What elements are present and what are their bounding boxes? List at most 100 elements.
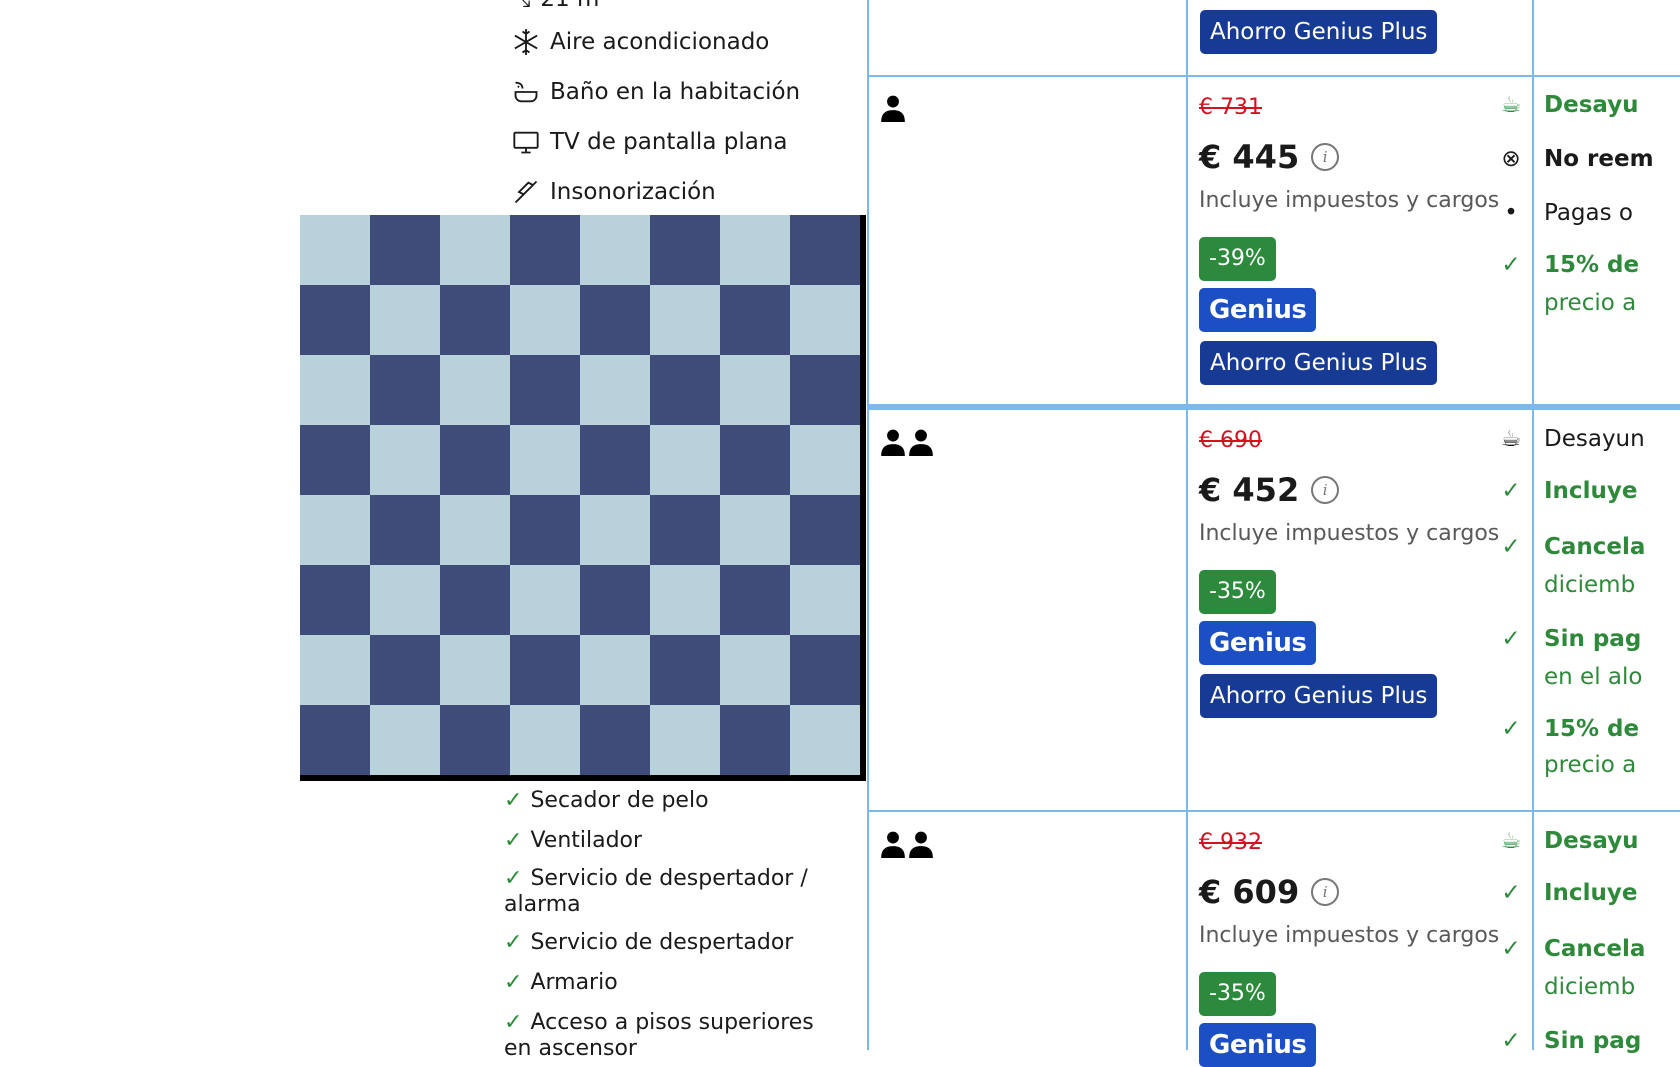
- condition-payment: • Pagas o: [1504, 200, 1633, 226]
- checker-square: [720, 495, 790, 565]
- condition-no-prepayment: ✓ Sin pag: [1501, 626, 1641, 652]
- checker-square: [510, 565, 580, 635]
- feature-item: ✓ Servicio de despertador: [504, 930, 794, 955]
- occupancy-2: [880, 428, 934, 456]
- checker-square: [790, 425, 860, 495]
- checker-square: [370, 215, 440, 285]
- checker-square: [790, 565, 860, 635]
- soundproof-icon: [514, 180, 538, 204]
- no-refund-icon: ⊗: [1501, 146, 1521, 172]
- checker-square: [510, 425, 580, 495]
- info-icon[interactable]: i: [1311, 878, 1340, 906]
- check-icon: ✓: [1501, 478, 1521, 504]
- column-divider: [1532, 0, 1534, 1050]
- bath-icon: [514, 81, 538, 103]
- condition-no-prepayment: ✓ Sin pag: [1501, 1028, 1641, 1054]
- checker-square: [790, 285, 860, 355]
- tax-note: Incluye impuestos y cargos: [1199, 188, 1500, 213]
- feature-item: ✓ Acceso a pisos superiores en ascensor: [504, 1010, 814, 1061]
- checker-square: [510, 705, 580, 775]
- column-divider: [1186, 0, 1188, 1050]
- checker-square: [720, 705, 790, 775]
- row-divider: [868, 810, 1680, 812]
- price: € 445 i: [1199, 138, 1340, 176]
- condition-cancellation: ✓ Cancela: [1501, 534, 1645, 560]
- checker-square: [370, 495, 440, 565]
- original-price: € 731: [1199, 95, 1262, 120]
- checker-square: [650, 425, 720, 495]
- checker-square: [650, 565, 720, 635]
- info-icon[interactable]: i: [1311, 476, 1340, 504]
- genius-logo: Genius: [1199, 288, 1317, 332]
- checker-square: [580, 355, 650, 425]
- tax-note: Incluye impuestos y cargos: [1199, 521, 1500, 546]
- condition-text: diciemb: [1544, 974, 1636, 1000]
- checker-square: [650, 705, 720, 775]
- checker-square: [510, 495, 580, 565]
- occupancy-1: [880, 94, 906, 122]
- person-icon: [881, 831, 905, 858]
- checker-square: [790, 495, 860, 565]
- checker-square: [300, 355, 370, 425]
- check-icon: ✓: [1501, 936, 1521, 962]
- check-icon: ✓: [504, 1010, 523, 1035]
- checker-square: [580, 495, 650, 565]
- condition-text: precio a: [1544, 752, 1637, 778]
- checker-square: [790, 215, 860, 285]
- checker-square: [370, 285, 440, 355]
- genius-logo: Genius: [1199, 621, 1317, 665]
- condition-text: diciemb: [1544, 572, 1636, 598]
- original-price: € 690: [1199, 428, 1262, 453]
- snowflake-icon: [514, 29, 538, 55]
- row-divider-selected: [868, 404, 1680, 410]
- checker-square: [580, 285, 650, 355]
- row-divider: [868, 75, 1680, 77]
- feature-item: ✓ Armario: [504, 970, 618, 995]
- checker-square: [510, 215, 580, 285]
- checker-square: [300, 425, 370, 495]
- tax-note: Incluye impuestos y cargos: [1199, 923, 1500, 948]
- checker-square: [650, 635, 720, 705]
- checker-square: [650, 355, 720, 425]
- price: € 452 i: [1199, 471, 1340, 509]
- discount-badge: -35%: [1199, 972, 1276, 1016]
- checker-square: [300, 635, 370, 705]
- checker-square: [440, 425, 510, 495]
- check-icon: ✓: [504, 828, 523, 853]
- info-icon[interactable]: i: [1311, 143, 1340, 171]
- amenity-soundproof: Insonorización: [512, 178, 716, 206]
- person-icon: [909, 831, 933, 858]
- amenity-bath: Baño en la habitación: [512, 78, 800, 106]
- checker-square: [440, 285, 510, 355]
- size-icon: ⤡: [512, 0, 530, 12]
- check-icon: ✓: [1501, 880, 1521, 906]
- condition-breakfast: ☕ Desayu: [1501, 92, 1639, 118]
- genius-logo: Genius: [1199, 1023, 1317, 1067]
- checker-square: [370, 635, 440, 705]
- discount-badge: -35%: [1199, 570, 1276, 614]
- genius-plus-badge: Ahorro Genius Plus: [1200, 341, 1438, 385]
- occupancy-2: [880, 830, 934, 858]
- checker-square: [720, 285, 790, 355]
- checker-square: [580, 705, 650, 775]
- check-icon: ✓: [504, 788, 523, 813]
- checker-square: [440, 565, 510, 635]
- checker-square: [650, 495, 720, 565]
- feature-item: ✓ Ventilador: [504, 828, 643, 853]
- checker-square: [440, 495, 510, 565]
- person-icon: [909, 429, 933, 456]
- cup-icon: ☕: [1500, 426, 1522, 452]
- checker-square: [510, 635, 580, 705]
- amenity-ac: Aire acondicionado: [512, 28, 769, 56]
- checker-square: [720, 565, 790, 635]
- column-divider: [867, 0, 869, 1050]
- checker-square: [510, 285, 580, 355]
- condition-breakfast: ☕ Desayun: [1501, 426, 1645, 452]
- checker-square: [370, 355, 440, 425]
- person-icon: [881, 95, 905, 122]
- original-price: € 932: [1199, 830, 1262, 855]
- checker-square: [580, 215, 650, 285]
- discount-badge: -39%: [1199, 237, 1276, 281]
- checker-square: [720, 635, 790, 705]
- checker-square: [300, 215, 370, 285]
